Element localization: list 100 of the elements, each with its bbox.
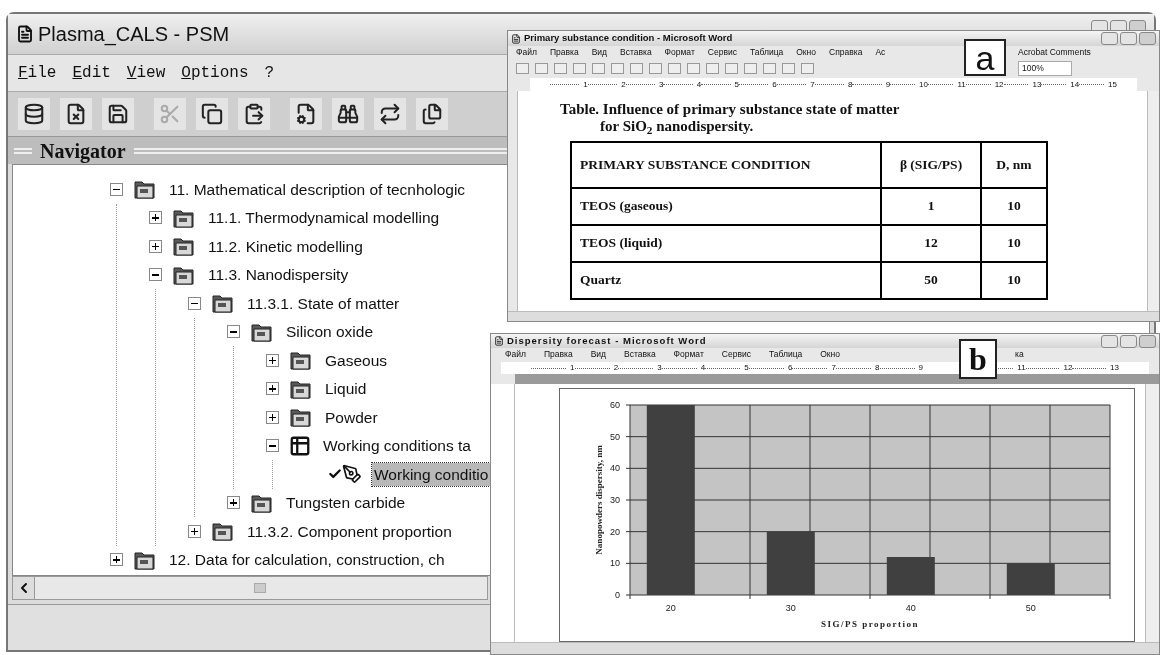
ruler-number: 7 [810, 80, 815, 89]
expand-toggle[interactable] [110, 553, 123, 567]
tree-item[interactable]: 12. Data for calculation, construction, ch [167, 548, 447, 572]
y-tick-label: 50 [609, 431, 620, 442]
minimize-button[interactable] [1101, 32, 1118, 45]
scroll-left-button[interactable] [13, 577, 35, 599]
y-axis-title: Nanopowders dispersity, nm [594, 445, 604, 555]
header-rule [14, 147, 32, 154]
table-cell: TEOS (liquid) [571, 225, 881, 262]
expand-toggle[interactable] [149, 239, 162, 253]
close-button[interactable] [1139, 32, 1156, 45]
document-icon [494, 336, 504, 346]
ruler-number: 9 [918, 364, 924, 373]
expand-toggle[interactable] [227, 496, 240, 510]
tree-item[interactable]: 11. Mathematical description of tecnhologic [167, 177, 468, 201]
tree-item[interactable]: 11.1. Thermodynamical modelling [206, 206, 442, 230]
column-header: PRIMARY SUBSTANCE CONDITION [571, 142, 881, 188]
ruler-number: 3 [657, 364, 662, 373]
window-title: Dispersity forecast - Microsoft Word [507, 333, 707, 348]
save-icon [107, 103, 129, 125]
toolbar-button[interactable] [60, 98, 92, 130]
copy-icon [201, 103, 223, 125]
tree-item[interactable]: 11.3.1. State of matter [245, 291, 402, 315]
menu-item[interactable]: Правка [543, 348, 573, 362]
ruler-number: 11 [957, 80, 966, 89]
menu-item[interactable]: Файл [516, 46, 537, 59]
menu-item[interactable]: Файл [505, 348, 526, 362]
collapse-toggle[interactable] [188, 296, 201, 310]
menu-item[interactable]: Edit [72, 61, 111, 85]
tree-item[interactable]: 11.3.2. Component proportion [245, 519, 454, 543]
document-icon [511, 33, 521, 44]
expand-toggle[interactable] [266, 410, 279, 424]
y-tick-label: 40 [609, 463, 620, 474]
menu-item[interactable]: Справка [829, 46, 863, 59]
expand-toggle[interactable] [188, 524, 201, 538]
collapse-toggle[interactable] [110, 182, 123, 196]
tree-item[interactable]: Working conditio [372, 462, 491, 486]
figure-label: a [964, 39, 1006, 76]
toolbar-button[interactable] [238, 98, 270, 130]
menu-item[interactable]: Правка [549, 46, 579, 59]
tree-item[interactable]: Gaseous [323, 348, 390, 372]
menu-item[interactable]: Ac [875, 46, 886, 59]
menu-item[interactable]: Acrobat Comments [1018, 46, 1091, 59]
maximize-button[interactable] [1120, 32, 1137, 45]
menu-item[interactable]: View [126, 61, 166, 85]
table-cell: 10 [981, 188, 1047, 225]
toolbar-button[interactable] [290, 98, 322, 130]
menu-item[interactable]: Формат [664, 46, 695, 59]
folder-icon [211, 292, 235, 315]
menu-item[interactable]: Вставка [624, 348, 656, 362]
collapse-toggle[interactable] [266, 439, 279, 453]
y-tick-label: 60 [609, 400, 620, 411]
scroll-thumb[interactable] [254, 583, 266, 593]
menu-item[interactable]: Таблица [749, 46, 784, 59]
toolbar-button[interactable] [196, 98, 228, 130]
panel-title: Navigator [40, 138, 126, 165]
close-button[interactable] [1139, 334, 1156, 348]
menu-item[interactable]: Сервис [721, 348, 751, 362]
expand-toggle[interactable] [266, 382, 279, 396]
menu-item[interactable]: ка [1015, 349, 1024, 360]
y-tick-label: 20 [609, 526, 620, 537]
minimize-button[interactable] [1101, 334, 1118, 348]
menu-item[interactable]: Окно [820, 348, 840, 362]
tree-item[interactable]: Tungsten carbide [284, 491, 408, 515]
ruler-number: 10 [919, 80, 928, 89]
ruler-number: 9 [885, 80, 891, 89]
menu-item[interactable]: Сервис [707, 46, 737, 59]
menu-item[interactable]: Формат [673, 348, 704, 362]
menu-item[interactable]: Вид [590, 348, 606, 362]
menu-item[interactable]: Options [181, 61, 249, 85]
tree-item[interactable]: Liquid [323, 377, 369, 401]
toolbar-button[interactable] [374, 98, 406, 130]
menu-item[interactable]: File [18, 61, 57, 85]
toolbar-button[interactable] [332, 98, 364, 130]
collapse-toggle[interactable] [149, 268, 162, 282]
tree-item[interactable]: Working conditions ta [321, 434, 473, 458]
tree-item[interactable]: Powder [323, 405, 380, 429]
ruler-number: 13 [1110, 364, 1119, 373]
tree-item[interactable]: 11.2. Kinetic modelling [206, 234, 365, 258]
folder-icon [289, 349, 313, 372]
toolbar-button[interactable] [18, 98, 50, 130]
expand-toggle[interactable] [266, 353, 279, 367]
zoom-field[interactable]: 100% [1018, 61, 1072, 76]
menu-item[interactable]: Окно [796, 46, 816, 59]
expand-toggle[interactable] [149, 211, 162, 225]
menu-item[interactable]: ? [264, 61, 275, 85]
table-icon [289, 434, 311, 457]
ruler-number: 12 [994, 80, 1004, 89]
maximize-button[interactable] [1120, 334, 1137, 348]
y-tick: 0 [615, 590, 1111, 601]
toolbar-button[interactable] [416, 98, 448, 130]
tree-item[interactable]: Silicon oxide [284, 320, 376, 344]
tree-item[interactable]: 11.3. Nanodispersity [206, 263, 351, 287]
ruler-number: 8 [847, 80, 853, 89]
menu-item[interactable]: Таблица [768, 348, 803, 362]
menu-item[interactable]: Вид [591, 46, 607, 59]
ruler-number: 4 [696, 80, 702, 89]
collapse-toggle[interactable] [227, 325, 240, 339]
menu-item[interactable]: Вставка [620, 46, 652, 59]
toolbar-button[interactable] [102, 98, 134, 130]
